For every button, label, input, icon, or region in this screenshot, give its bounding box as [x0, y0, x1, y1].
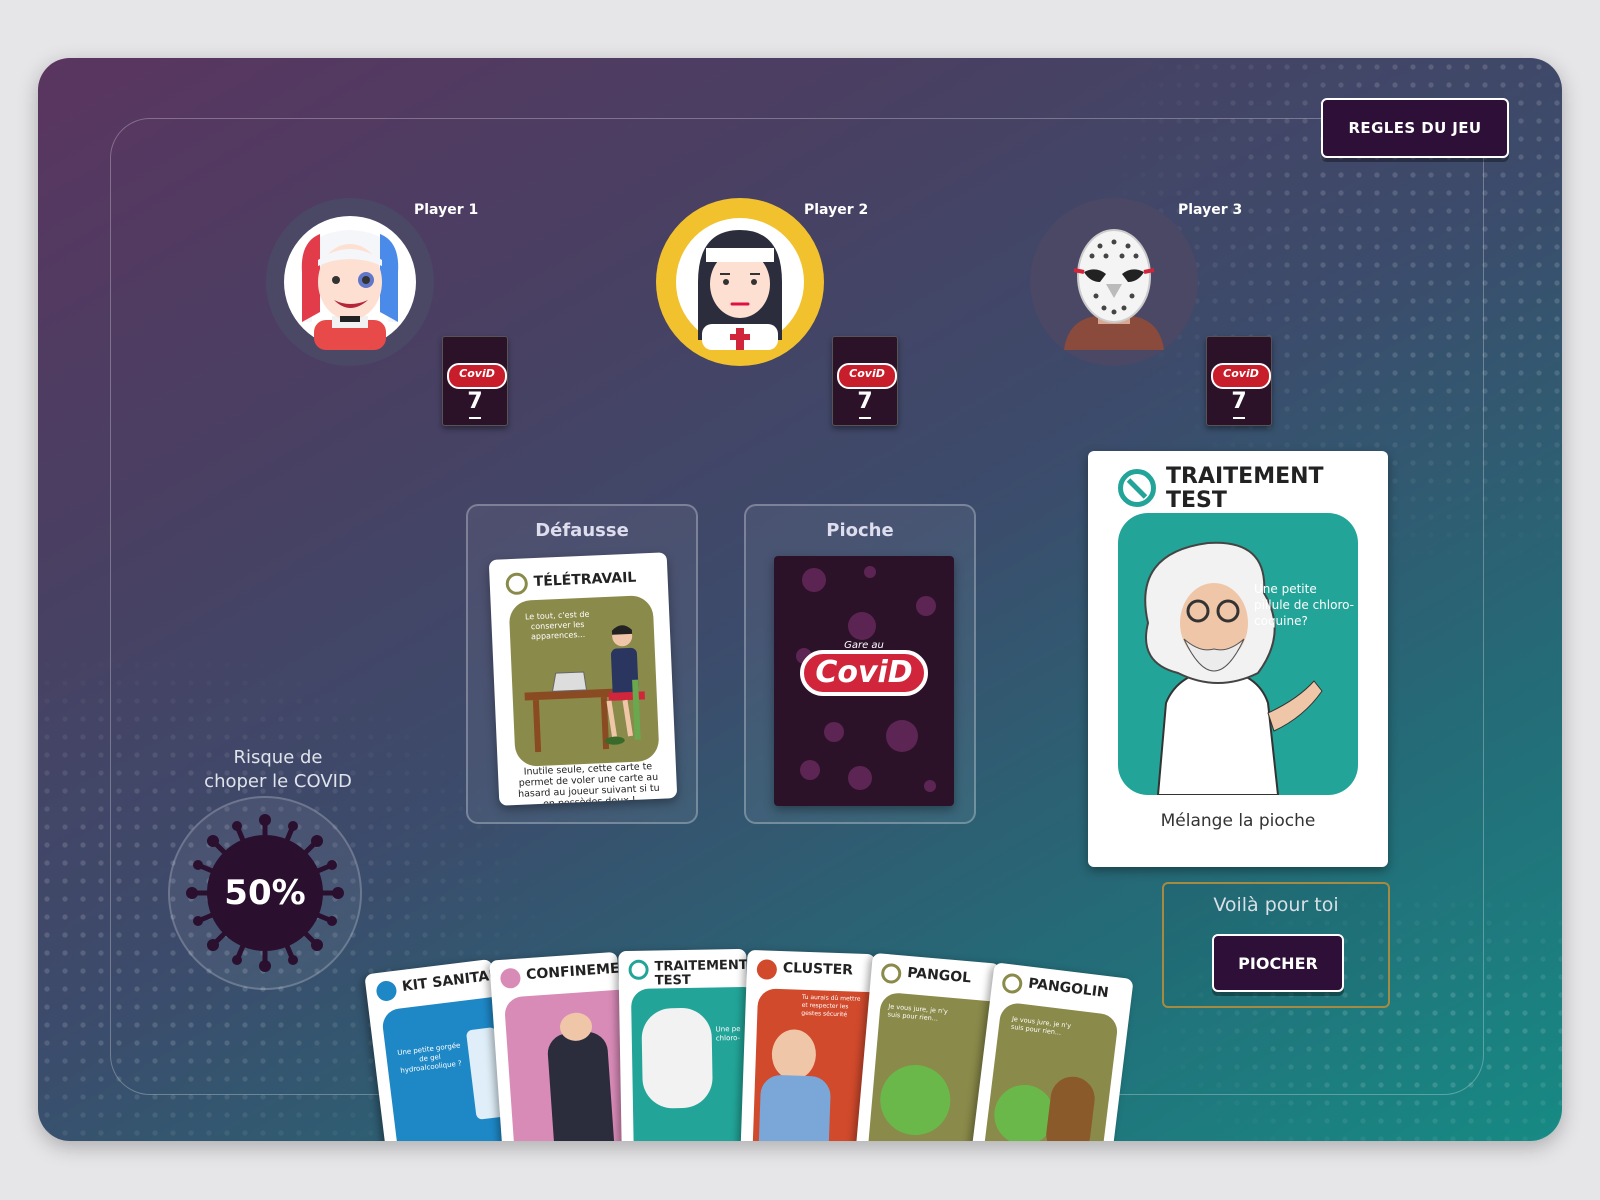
count-underline — [1233, 417, 1245, 419]
player-name: Player 1 — [414, 202, 479, 218]
player-name: Player 2 — [804, 202, 869, 218]
doctor-icon — [641, 1007, 714, 1109]
discard-label: Défausse — [535, 520, 629, 541]
risk-label-line-2: choper le COVID — [204, 771, 352, 792]
opponent-hand: CoviD 7 — [832, 336, 898, 426]
harlequin-icon — [284, 216, 416, 350]
doctor-icon — [1144, 541, 1323, 795]
hockey-mask-avatar[interactable] — [1030, 198, 1198, 366]
count-underline — [469, 417, 481, 419]
current-card[interactable]: TRAITEMENT TEST Une petite pillule de ch… — [1088, 451, 1388, 867]
hand-card-title-line-1: TRAITEMENT — [654, 957, 748, 975]
card-text: Inutile seule, cette carte te permet de … — [517, 761, 660, 806]
draw-button[interactable]: PIOCHER — [1212, 934, 1344, 992]
hand-card[interactable]: CONFINEME — [489, 951, 631, 1141]
hand-card-illustration: Une pe chloro- — [630, 986, 750, 1141]
covid-logo: CoviD — [447, 363, 507, 389]
hand-card[interactable]: PANGOLIN Je vous jure, je n'y suis pour … — [970, 962, 1134, 1141]
hand-card-title: CONFINEME — [525, 960, 621, 984]
hand-card-quote: Je vous jure, je n'y suis pour rien... — [1010, 1014, 1072, 1037]
opponent-hand: CoviD 7 — [442, 336, 508, 426]
card-quote: Une petite pillule de chloro-coquine? — [1254, 582, 1355, 628]
card-count: 7 — [857, 389, 873, 414]
house-icon — [499, 967, 522, 989]
card-title-line-1: TRAITEMENT — [1166, 464, 1324, 489]
no-entry-icon — [1118, 469, 1156, 507]
covid-logo: CoviD — [800, 650, 928, 696]
card-illustration: Le tout, c'est de conserver les apparenc… — [508, 594, 660, 768]
hand-card-quote: Tu aurais dû mettre et respecter les ges… — [801, 993, 861, 1019]
exclamation-icon — [756, 959, 778, 980]
player-1: Player 1 CoviD 7 — [266, 198, 566, 438]
card-illustration: Une petite pillule de chloro-coquine? — [1118, 513, 1358, 795]
game-board: REGLES DU JEU Player 1 CoviD 7 Player 2 … — [38, 58, 1562, 1141]
hand-card-title: PANGOLIN — [1027, 975, 1110, 1002]
player-name: Player 3 — [1178, 202, 1243, 218]
hand-card-quote: Une petite gorgée de gel hydroalcoolique… — [396, 1041, 463, 1075]
rules-button[interactable]: REGLES DU JEU — [1321, 98, 1509, 158]
hand-card-title: CLUSTER — [782, 960, 854, 979]
draw-action-panel: Voilà pour toi PIOCHER — [1162, 882, 1390, 1008]
risk-value: 50% — [224, 873, 306, 913]
card-title: TÉLÉTRAVAIL — [533, 569, 637, 591]
cards-icon — [1001, 972, 1024, 995]
card-action-text: Mélange la pioche — [1160, 811, 1316, 831]
no-entry-icon — [628, 959, 649, 980]
card-title-line-2: TEST — [1166, 488, 1227, 513]
draw-pile-label: Pioche — [826, 520, 894, 541]
hockey-mask-icon — [1050, 218, 1178, 350]
nun-avatar[interactable] — [656, 198, 824, 366]
draw-pile[interactable]: Pioche Gare au CoviD — [744, 504, 976, 824]
harlequin-avatar[interactable] — [266, 198, 434, 366]
sick-person-icon — [771, 1028, 817, 1081]
risk-label: Risque de choper le COVID — [178, 746, 378, 794]
nun-icon — [676, 218, 804, 350]
risk-gauge: 50% — [168, 796, 362, 990]
sick-person-body — [758, 1074, 832, 1141]
card-count: 7 — [467, 389, 483, 414]
covid-logo: CoviD — [1211, 363, 1271, 389]
hand-card-title: PANGOL — [906, 964, 972, 987]
cards-icon — [880, 962, 903, 985]
draw-action-label: Voilà pour toi — [1213, 894, 1339, 916]
hand-card[interactable]: CLUSTER Tu aurais dû mettre et respecter… — [740, 949, 876, 1141]
hand-card-title: TRAITEMENT TEST — [654, 957, 748, 989]
opponent-hand: CoviD 7 — [1206, 336, 1272, 426]
syringe-icon — [375, 979, 398, 1003]
hand-card-illustration: Tu aurais dû mettre et respecter les ges… — [752, 988, 876, 1141]
discard-top-card[interactable]: TÉLÉTRAVAIL Le tout, c'est de conserver … — [488, 552, 678, 806]
confined-person-icon — [546, 1030, 615, 1141]
hand-card-quote: Je vous jure, je n'y suis pour rien... — [887, 1002, 949, 1023]
player-2: Player 2 CoviD 7 — [656, 198, 956, 438]
bush-icon — [877, 1062, 954, 1138]
hand-card[interactable]: TRAITEMENT TEST Une pe chloro- — [618, 948, 750, 1141]
covid-logo: CoviD — [837, 363, 897, 389]
no-entry-bar — [1126, 478, 1148, 499]
player-3: Player 3 CoviD 7 — [1030, 198, 1330, 438]
card-count: 7 — [1231, 389, 1247, 414]
hand-card-illustration: Je vous jure, je n'y suis pour rien... — [981, 1001, 1120, 1141]
risk-label-line-1: Risque de — [233, 747, 323, 768]
hand-card-title: KIT SANITAI — [401, 967, 496, 995]
draw-pile-card-back[interactable]: Gare au CoviD — [774, 556, 954, 806]
count-underline — [859, 417, 871, 419]
pangolin-icon — [1043, 1074, 1098, 1141]
remote-worker-icon — [524, 625, 645, 753]
discard-pile[interactable]: Défausse TÉLÉTRAVAIL Le tout, c'est de c… — [466, 504, 698, 824]
cards-icon — [505, 572, 529, 596]
hand-card-illustration — [503, 988, 631, 1141]
